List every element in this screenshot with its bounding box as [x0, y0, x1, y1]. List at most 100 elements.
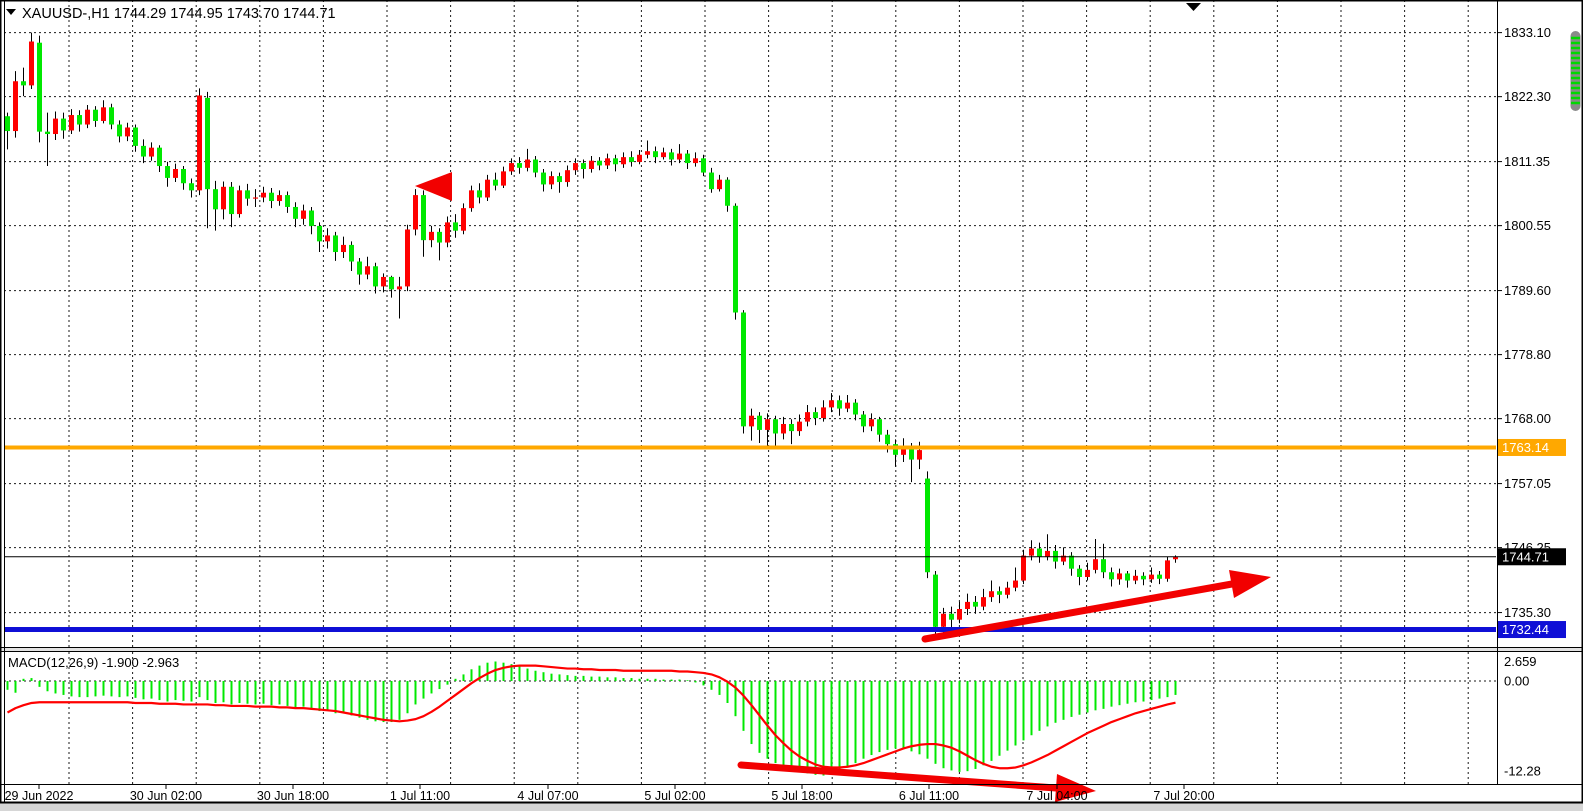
candle-body	[405, 229, 410, 286]
candle-body	[869, 419, 874, 426]
candle-body	[421, 195, 426, 240]
candle-body	[477, 190, 482, 197]
candle-body	[413, 195, 418, 229]
candle-body	[285, 195, 290, 207]
candle-body	[109, 107, 114, 124]
scroll-indicator[interactable]	[1571, 31, 1581, 111]
price-axis-label: 1789.60	[1504, 283, 1551, 298]
candle-body	[277, 195, 282, 201]
candle-body	[581, 163, 586, 169]
candle-body	[509, 163, 514, 171]
candle-body	[269, 193, 274, 201]
candle-body	[797, 422, 802, 431]
candle-body	[45, 132, 50, 134]
candle-body	[589, 161, 594, 169]
candle-body	[317, 226, 322, 241]
macd-axis-label: 0.00	[1504, 674, 1529, 689]
candle-body	[853, 403, 858, 415]
candle-body	[21, 81, 26, 85]
candle-body	[245, 190, 250, 198]
time-axis-label: 5 Jul 18:00	[771, 789, 832, 803]
candle-body	[1117, 573, 1122, 579]
candle-body	[661, 152, 666, 157]
candle-body	[573, 163, 578, 170]
candle-body	[221, 187, 226, 210]
candle-body	[61, 119, 66, 131]
chart-window: 1763.141732.441744.71 1833.101822.301811…	[0, 0, 1583, 811]
candle-body	[525, 160, 530, 168]
macd-axis-label: 2.659	[1504, 654, 1537, 669]
candle-body	[557, 176, 562, 182]
candle-body	[1005, 588, 1010, 595]
candle-body	[341, 245, 346, 252]
candle-body	[437, 232, 442, 243]
candle-body	[1077, 569, 1082, 577]
time-axis-label: 7 Jul 20:00	[1153, 789, 1214, 803]
candle-body	[1133, 576, 1138, 581]
candle-body	[997, 591, 1002, 595]
panel-splitter[interactable]	[0, 648, 1583, 652]
time-axis-label: 6 Jul 11:00	[899, 789, 959, 803]
candle-body	[605, 158, 610, 165]
candle-body	[861, 415, 866, 427]
candle-body	[69, 115, 74, 130]
candle-body	[237, 190, 242, 214]
candle-body	[765, 419, 770, 430]
price-axis-label: 1811.35	[1504, 154, 1550, 169]
candle-body	[77, 115, 82, 124]
candle-body	[53, 119, 58, 134]
candle-body	[349, 245, 354, 262]
candle-body	[5, 116, 10, 131]
candle-body	[357, 262, 362, 275]
candle-body	[965, 602, 970, 609]
candle-body	[829, 400, 834, 407]
candle-body	[925, 479, 930, 573]
candle-body	[125, 127, 130, 136]
candle-body	[613, 158, 618, 164]
candle-body	[517, 163, 522, 168]
macd-axis-label: -12.28	[1504, 764, 1541, 779]
candle-body	[1053, 551, 1058, 562]
candle-body	[1125, 573, 1130, 580]
chart-title: XAUUSD-,H1 1744.29 1744.95 1743.70 1744.…	[22, 6, 336, 22]
time-axis-label: 30 Jun 02:00	[130, 789, 202, 803]
candle-body	[1085, 570, 1090, 577]
candle-body	[1101, 559, 1106, 572]
candle-body	[181, 169, 186, 183]
candle-body	[397, 286, 402, 289]
time-axis-label: 29 Jun 2022	[5, 789, 74, 803]
candle-body	[621, 157, 626, 164]
candle-body	[933, 575, 938, 627]
candle-body	[1109, 572, 1114, 579]
candle-body	[197, 95, 202, 190]
candle-body	[381, 277, 386, 286]
splitter-body	[0, 648, 1583, 651]
candle-body	[1141, 576, 1146, 580]
candle-body	[1069, 556, 1074, 569]
candle-body	[805, 412, 810, 421]
candle-body	[485, 180, 490, 198]
candle-body	[541, 173, 546, 185]
candle-body	[133, 127, 138, 145]
candle-body	[261, 193, 266, 198]
time-axis-label: 4 Jul 07:00	[517, 789, 578, 803]
candle-body	[165, 166, 170, 178]
candle-body	[373, 266, 378, 286]
candle-body	[429, 232, 434, 240]
candle-body	[701, 158, 706, 172]
candle-body	[549, 176, 554, 184]
candle-body	[685, 154, 690, 163]
candle-body	[85, 110, 90, 125]
candle-body	[229, 187, 234, 214]
candle-body	[1093, 559, 1098, 570]
candle-body	[1149, 575, 1154, 580]
price-axis-label: 1746.25	[1504, 540, 1551, 555]
candle-body	[949, 614, 954, 620]
level-badge-value: 1732.44	[1502, 622, 1549, 637]
candle-body	[157, 148, 162, 166]
candle-body	[37, 43, 42, 132]
candle-body	[13, 81, 18, 131]
candle-body	[845, 403, 850, 409]
candle-body	[885, 435, 890, 444]
chart-canvas[interactable]: 1763.141732.441744.71 1833.101822.301811…	[0, 0, 1583, 811]
